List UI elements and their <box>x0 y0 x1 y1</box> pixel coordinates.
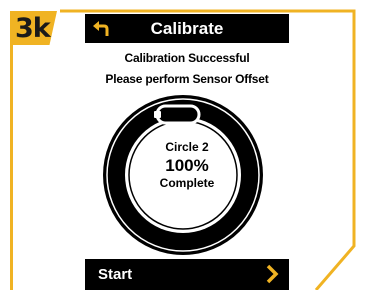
back-arrow-icon <box>93 21 109 36</box>
title-bar: Calibrate <box>85 14 289 43</box>
status-message: Calibration Successful <box>124 51 250 65</box>
step-label: 3k <box>15 12 51 44</box>
device-screen: Calibrate Calibration Successful Please … <box>85 14 289 290</box>
complete-label: Complete <box>159 176 215 190</box>
page-title: Calibrate <box>150 19 224 38</box>
start-label: Start <box>98 266 133 283</box>
instruction-message: Please perform Sensor Offset <box>105 72 269 86</box>
circle-label: Circle 2 <box>165 140 209 154</box>
device-icon <box>154 104 201 125</box>
back-button[interactable] <box>91 18 113 40</box>
chevron-right-icon <box>266 264 279 284</box>
step-badge: 3k <box>10 11 57 45</box>
progress-percent: 100% <box>165 156 209 175</box>
start-button[interactable]: Start <box>85 259 289 290</box>
